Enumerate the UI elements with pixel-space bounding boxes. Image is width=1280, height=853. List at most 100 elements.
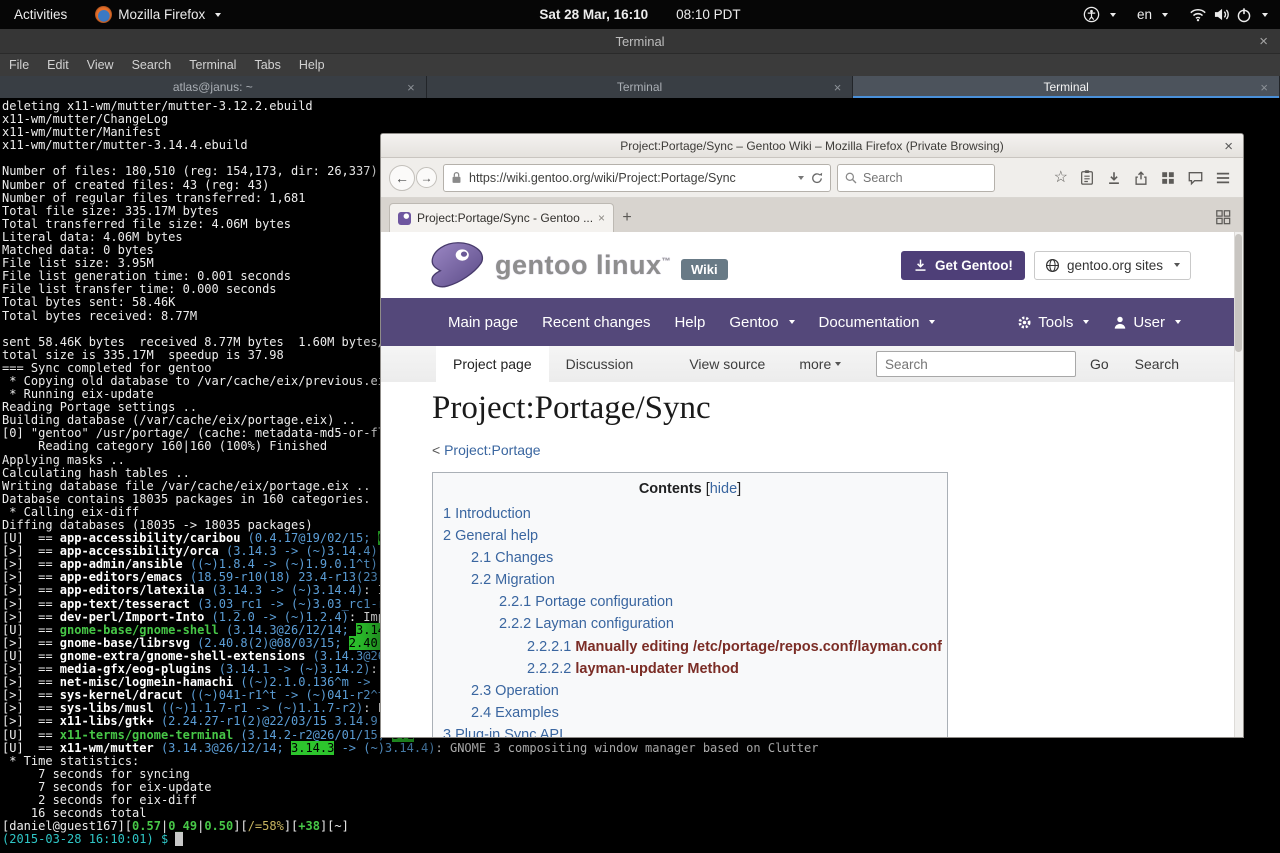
terminal-line: 2 seconds for eix-diff xyxy=(2,792,198,807)
nav-help[interactable]: Help xyxy=(662,314,717,331)
toc-entry[interactable]: 2.2 Migration xyxy=(433,569,947,591)
nav-user-dropdown[interactable]: User xyxy=(1101,314,1193,331)
tab-close-icon[interactable]: × xyxy=(1260,80,1268,95)
toc-entry[interactable]: 1 Introduction xyxy=(433,503,947,525)
toc-entry[interactable]: 2.1 Changes xyxy=(433,547,947,569)
gentoo-sites-dropdown[interactable]: gentoo.org sites xyxy=(1033,250,1191,280)
search-box[interactable] xyxy=(837,163,995,192)
tab-close-icon[interactable]: × xyxy=(407,80,415,95)
menu-edit[interactable]: Edit xyxy=(38,58,78,72)
reload-icon[interactable] xyxy=(810,171,824,185)
nav-tools-dropdown[interactable]: Tools xyxy=(1005,314,1101,331)
tab-view-source[interactable]: View source xyxy=(672,346,782,382)
window-close-button[interactable]: × xyxy=(1224,134,1233,158)
go-button[interactable]: Go xyxy=(1078,356,1121,372)
url-dropdown-icon[interactable] xyxy=(798,175,804,180)
menu-terminal[interactable]: Terminal xyxy=(180,58,245,72)
firefox-window-title: Project:Portage/Sync – Gentoo Wiki – Moz… xyxy=(620,138,1004,153)
new-tab-button[interactable]: + xyxy=(614,204,640,232)
app-menu-label: Mozilla Firefox xyxy=(118,7,206,22)
search-input[interactable] xyxy=(863,170,988,185)
terminal-tab-2[interactable]: Terminal × xyxy=(426,76,854,98)
volume-icon xyxy=(1213,7,1230,22)
system-status-menu[interactable] xyxy=(1185,0,1272,29)
toc-entry[interactable]: 2.4 Examples xyxy=(433,702,947,724)
accessibility-menu[interactable] xyxy=(1079,0,1120,29)
chevron-down-icon xyxy=(215,12,222,17)
terminal-line: deleting x11-wm/mutter/mutter-3.12.2.ebu… xyxy=(2,99,313,113)
tab-more-dropdown[interactable]: more xyxy=(782,346,858,382)
window-close-button[interactable]: × xyxy=(1259,29,1268,54)
hamburger-menu-icon[interactable] xyxy=(1215,171,1231,185)
power-icon xyxy=(1236,7,1252,23)
activities-button[interactable]: Activities xyxy=(10,0,71,29)
tab-close-icon[interactable]: × xyxy=(598,211,605,225)
url-text: https://wiki.gentoo.org/wiki/Project:Por… xyxy=(469,170,736,185)
nav-recent-changes[interactable]: Recent changes xyxy=(530,314,662,331)
activities-label: Activities xyxy=(14,7,68,22)
download-icon xyxy=(913,258,928,273)
tab-project-page[interactable]: Project page xyxy=(436,346,549,382)
hello-chat-icon[interactable] xyxy=(1187,170,1204,186)
tab-close-icon[interactable]: × xyxy=(834,80,842,95)
wiki-search-input[interactable] xyxy=(875,351,1076,377)
share-icon[interactable] xyxy=(1133,170,1149,186)
menu-help[interactable]: Help xyxy=(290,58,334,72)
terminal-tab-3-active[interactable]: Terminal × xyxy=(853,76,1280,98)
gentoo-wordmark: gentoo linux™ xyxy=(495,249,671,280)
tab-groups-icon[interactable] xyxy=(1215,209,1231,225)
toc-entry[interactable]: 2.3 Operation xyxy=(433,680,947,702)
tab-discussion[interactable]: Discussion xyxy=(549,346,651,382)
toc-entry[interactable]: 3 Plug-in Sync API xyxy=(433,724,947,737)
bookmark-star-icon[interactable]: ☆ xyxy=(1054,169,1068,186)
nav-gentoo-dropdown[interactable]: Gentoo xyxy=(717,314,806,331)
app-menu-firefox[interactable]: Mozilla Firefox xyxy=(91,0,225,29)
apps-grid-icon[interactable] xyxy=(1160,170,1176,186)
menu-view[interactable]: View xyxy=(78,58,123,72)
terminal-titlebar[interactable]: Terminal × xyxy=(0,29,1280,54)
url-bar[interactable]: https://wiki.gentoo.org/wiki/Project:Por… xyxy=(443,163,831,192)
chevron-down-icon xyxy=(1174,263,1180,267)
terminal-tab-1[interactable]: atlas@janus: ~ × xyxy=(0,76,427,98)
back-button[interactable]: ← xyxy=(389,164,415,191)
desktop: Activities Mozilla Firefox Sat 28 Mar, 1… xyxy=(0,0,1280,853)
chevron-down-icon xyxy=(835,362,842,366)
wiki-search-button[interactable]: Search xyxy=(1123,356,1191,372)
gentoo-logo[interactable] xyxy=(429,241,485,290)
gentoo-favicon xyxy=(398,211,411,225)
secondary-clock: 08:10 PDT xyxy=(676,7,741,22)
toc-entry[interactable]: 2 General help xyxy=(433,525,947,547)
nav-documentation-dropdown[interactable]: Documentation xyxy=(807,314,948,331)
bookmarks-menu-icon[interactable] xyxy=(1079,169,1095,186)
scrollbar-thumb[interactable] xyxy=(1235,234,1242,352)
terminal-title: Terminal xyxy=(615,33,665,49)
toc-entry[interactable]: 2.2.2.2 layman-updater Method xyxy=(433,658,947,680)
browser-tab-active[interactable]: Project:Portage/Sync - Gentoo ... × xyxy=(389,203,614,232)
menu-tabs[interactable]: Tabs xyxy=(245,58,289,72)
downloads-icon[interactable] xyxy=(1106,170,1122,186)
menu-file[interactable]: File xyxy=(0,58,38,72)
nav-main-page[interactable]: Main page xyxy=(436,314,530,331)
page-title: Project:Portage/Sync xyxy=(432,390,711,426)
toc-entry[interactable]: 2.2.2.1 Manually editing /etc/portage/re… xyxy=(433,636,947,658)
tab-label: Terminal xyxy=(1043,80,1089,94)
firefox-titlebar[interactable]: Project:Portage/Sync – Gentoo Wiki – Moz… xyxy=(381,134,1243,158)
breadcrumb-link[interactable]: Project:Portage xyxy=(444,442,541,458)
get-gentoo-button[interactable]: Get Gentoo! xyxy=(900,250,1025,280)
page-scrollbar[interactable] xyxy=(1234,232,1243,737)
table-of-contents: Contents [hide] 1 Introduction 2 General … xyxy=(432,472,948,737)
keyboard-layout-menu[interactable]: en xyxy=(1133,0,1172,29)
menu-search[interactable]: Search xyxy=(123,58,181,72)
chevron-down-icon xyxy=(1262,12,1268,17)
firefox-tabstrip: Project:Portage/Sync - Gentoo ... × + xyxy=(381,198,1243,232)
breadcrumb: < Project:Portage xyxy=(432,442,541,458)
page-viewport: gentoo linux™ Wiki Get Gentoo! gentoo.or… xyxy=(381,232,1243,737)
clock[interactable]: Sat 28 Mar, 16:10 xyxy=(539,7,648,22)
wiki-navbar: Main page Recent changes Help Gentoo Doc… xyxy=(381,298,1243,346)
firefox-nav-toolbar: ← → https://wiki.gentoo.org/wiki/Project… xyxy=(381,158,1243,198)
toc-hide-link[interactable]: hide xyxy=(710,481,737,497)
toc-entry[interactable]: 2.2.2 Layman configuration xyxy=(433,613,947,635)
forward-button[interactable]: → xyxy=(416,167,437,188)
toc-entry[interactable]: 2.2.1 Portage configuration xyxy=(433,591,947,613)
wiki-article: Project:Portage/Sync < Project:Portage C… xyxy=(381,382,1243,737)
